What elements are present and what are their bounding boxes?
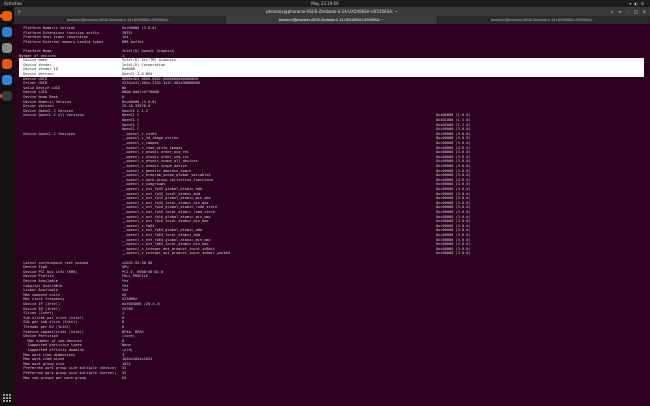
software-icon[interactable]	[2, 59, 12, 69]
terminal-cell: Platform Host timer resolution	[19, 35, 89, 40]
terminal-cell: Sub-slices per slice (Intel)	[19, 315, 84, 320]
terminal-cell: Slices (Intel)	[19, 311, 54, 316]
terminal-cell: Driver UUID	[19, 81, 48, 86]
top-bar: Activities May 23 19:56 ▾ ◐ ⏻	[0, 0, 650, 7]
terminal-cell: Device Available	[19, 279, 58, 283]
terminal-cell: Max work item dimensions	[19, 352, 76, 357]
volume-icon[interactable]: ◐	[634, 0, 638, 7]
terminal-line: Max sub-groups per work group 64	[19, 376, 644, 381]
terminal-cell: Device ID (Intel)	[19, 306, 61, 311]
terminal-cell: Device Version	[19, 72, 54, 76]
terminal-cell: Max sub-groups per work group	[19, 375, 87, 380]
terminal-cell: Device IP (Intel)	[19, 302, 61, 306]
terminal-cell: Driver Version	[19, 104, 54, 109]
terminal-cell: Device PCI bus info (KHR)	[19, 269, 78, 274]
terminal-cell: Latest conformance test passed	[19, 260, 89, 265]
tab-bar: phoronix@phoronix-ASUS-Zenbook-S-14-UX54…	[14, 16, 650, 24]
thunderbird-icon[interactable]	[2, 27, 12, 37]
terminal-cell: Device Profile	[19, 274, 54, 279]
running-indicator	[0, 14, 2, 18]
menu-icon[interactable]: ≡	[619, 7, 622, 16]
terminal-output[interactable]: Platform Numeric Version 0xc00000 (3.0.0)…	[14, 24, 650, 406]
terminal-tab[interactable]: phoronix@phoronix-ASUS-Zenbook-S-14-UX54…	[226, 16, 438, 24]
terminal-cell: Max work group size	[19, 361, 65, 366]
terminal-cell: Device Numeric Version	[19, 99, 71, 104]
terminal-cell: Valid Device LUID	[19, 85, 61, 90]
terminal-cell: Threads per EU (Intel)	[19, 325, 71, 329]
window-title: phoronix@phoronix-ASUS-Zenbook-S-14-UX54…	[266, 9, 398, 14]
terminal-cell: Platform Name	[19, 49, 52, 53]
minimize-icon[interactable]: –	[627, 7, 629, 16]
terminal-cell: Platform External memory handle types	[19, 39, 104, 44]
terminal-cell: Device Node Mask	[19, 95, 58, 99]
terminal-cell: Platform Extensions function suffix	[19, 30, 100, 35]
search-icon[interactable]: ⌕	[611, 7, 613, 16]
terminal-cell: Linker Available	[19, 288, 58, 293]
terminal-cell: Supported affinity domains	[19, 348, 84, 352]
maximize-icon[interactable]: □	[634, 7, 638, 16]
terminal-cell: Device OpenCL C Version	[19, 108, 74, 113]
terminal-cell: Device Partition	[19, 334, 58, 339]
terminal-cell: Platform Numeric Version	[19, 26, 76, 30]
terminal-cell: Device Name	[19, 58, 48, 63]
terminal-cell: Compiler Available	[19, 283, 63, 288]
help-icon[interactable]	[2, 75, 12, 85]
terminal-tab[interactable]: phoronix@phoronix-ASUS-Zenbook-S-14-UX54…	[438, 16, 650, 24]
terminal-cell: Device OpenCL C features	[19, 131, 76, 136]
terminal-icon[interactable]	[2, 91, 12, 101]
terminal-cell: Number of devices	[19, 53, 56, 58]
terminal-cell: Device OpenCL C all versions	[19, 113, 84, 118]
firefox-icon[interactable]	[2, 11, 12, 21]
terminal-cell: Max clock frequency	[19, 297, 65, 302]
terminal-cell: 64	[122, 375, 127, 380]
terminal-cell: Feature capabilities (Intel)	[19, 329, 84, 334]
window-titlebar[interactable]: ＋ phoronix@phoronix-ASUS-Zenbook-S-14-UX…	[14, 7, 650, 16]
close-icon[interactable]: ✕	[643, 7, 646, 16]
show-apps-icon[interactable]	[3, 394, 11, 402]
network-icon[interactable]: ▾	[629, 0, 631, 7]
terminal-cell: Device UUID	[19, 76, 48, 81]
terminal-cell: Device Vendor	[19, 62, 52, 67]
running-indicator	[0, 94, 2, 98]
terminal-cell: Device Type	[19, 265, 48, 270]
terminal-cell: Max work item sizes	[19, 357, 65, 362]
terminal-cell: Max number of sub-devices	[19, 338, 82, 343]
terminal-cell: Device Vendor ID	[19, 67, 58, 72]
clock[interactable]: May 23 19:56	[0, 0, 650, 7]
terminal-cell: Max compute units	[19, 292, 61, 297]
terminal-cell: EUs per sub-slice (Intel)	[19, 320, 78, 325]
terminal-cell: Preferred work group size multiple (kern…	[19, 371, 117, 375]
terminal-tab[interactable]: phoronix@phoronix-ASUS-Zenbook-S-14-UX54…	[14, 16, 226, 24]
terminal-cell: Supported partition types	[19, 343, 82, 348]
terminal-cell: Preferred work group size multiple (devi…	[19, 366, 117, 371]
system-tray[interactable]: ▾ ◐ ⏻	[629, 0, 644, 7]
files-icon[interactable]	[2, 43, 12, 53]
terminal-cell: Device LUID	[19, 90, 48, 95]
power-icon[interactable]: ⏻	[641, 0, 644, 7]
dock	[0, 7, 14, 406]
